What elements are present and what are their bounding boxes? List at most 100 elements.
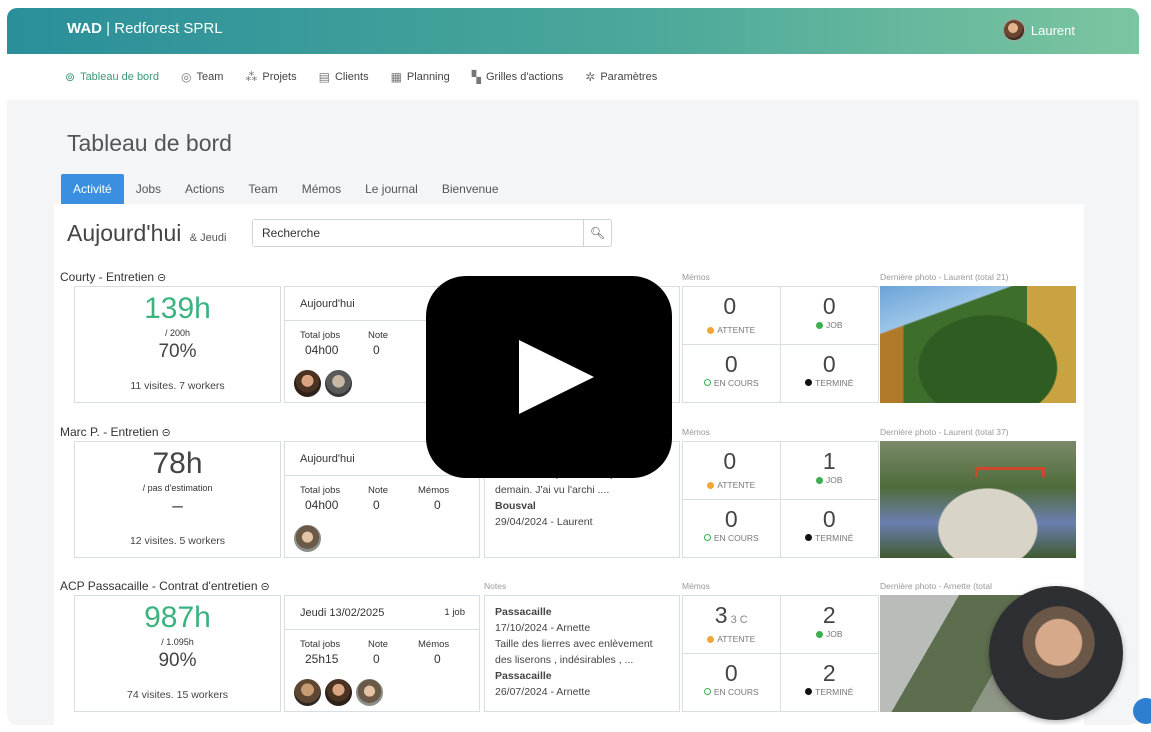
- memo-termine-count: 0: [822, 505, 836, 532]
- status-dot-green: [815, 321, 823, 329]
- memo-label: JOB: [825, 320, 843, 330]
- memo-termine[interactable]: 0 TERMINÉ: [781, 345, 879, 403]
- total-jobs-value: 04h00: [305, 498, 339, 512]
- worker-avatars: [293, 678, 384, 707]
- photo-column-label: Dernière photo - Laurent (total 37): [880, 427, 1009, 437]
- worker-avatar[interactable]: [293, 524, 322, 553]
- note-line: Taille des lierres avec enlèvement: [495, 638, 653, 650]
- memo-job[interactable]: 1 JOB: [780, 442, 878, 500]
- brand-logo[interactable]: WAD | Redforest SPRL: [67, 20, 223, 37]
- project-title[interactable]: ACP Passacaille - Contrat d'entretien ⊝: [60, 579, 270, 593]
- search-button[interactable]: 🔍︎: [583, 220, 611, 246]
- collapse-circle-icon[interactable]: ⊝: [157, 272, 166, 284]
- memo-en-cours[interactable]: 0 EN COURS: [683, 344, 781, 402]
- memos-grid: 0 ATTENTE 1 JOB 0 EN COURS 0 TERMINÉ: [682, 441, 879, 558]
- tab-team[interactable]: Team: [236, 174, 289, 204]
- project-contract: - Contrat d'entretien: [148, 579, 258, 593]
- tab-actions[interactable]: Actions: [173, 174, 236, 204]
- user-name: Laurent: [1030, 22, 1075, 38]
- memo-label: TERMINÉ: [815, 532, 854, 543]
- memo-label: TERMINÉ: [815, 377, 854, 388]
- memos-column-label: Mémos: [682, 427, 710, 437]
- tab-bienvenue[interactable]: Bienvenue: [430, 174, 511, 204]
- memo-attente[interactable]: 33 C ATTENTE: [683, 596, 781, 654]
- note-value: 0: [373, 652, 380, 666]
- video-play-button[interactable]: [426, 276, 672, 478]
- project-title[interactable]: Courty - Entretien ⊝: [60, 270, 166, 284]
- hours-card[interactable]: 139h / 200h 70% 11 visites. 7 workers: [74, 286, 281, 403]
- main-nav: ⊚ Tableau de bord ◎ Team ⁂ Projets ▤ Clients…: [7, 54, 1139, 100]
- status-dot-green: [815, 630, 823, 638]
- project-name: ACP Passacaille: [60, 579, 149, 593]
- status-dot-orange: [707, 481, 715, 489]
- nav-grilles[interactable]: ▚ Grilles d'actions: [472, 70, 564, 84]
- memo-attente[interactable]: 0 ATTENTE: [683, 442, 781, 500]
- memo-label: ATTENTE: [717, 634, 756, 644]
- worker-avatar[interactable]: [293, 678, 322, 707]
- dashboard-tabs: Activité Jobs Actions Team Mémos Le jour…: [61, 174, 511, 204]
- today-title: Aujourd'hui: [67, 220, 182, 246]
- latest-photo[interactable]: [880, 441, 1076, 558]
- collapse-circle-icon[interactable]: ⊝: [162, 427, 171, 439]
- nav-projets[interactable]: ⁂ Projets: [245, 70, 296, 84]
- tab-memos[interactable]: Mémos: [290, 174, 353, 204]
- hours-total: 987h: [144, 601, 211, 634]
- hours-total: 139h: [144, 292, 211, 325]
- nav-clients[interactable]: ▤ Clients: [319, 70, 369, 84]
- status-dot-orange: [707, 326, 715, 334]
- memo-termine-count: 0: [822, 350, 836, 377]
- worker-avatar[interactable]: [324, 369, 353, 398]
- memo-termine-count: 2: [822, 659, 836, 686]
- memo-en-cours[interactable]: 0 EN COURS: [683, 499, 781, 557]
- nav-team[interactable]: ◎ Team: [181, 70, 223, 84]
- total-jobs-label: Total jobs: [300, 330, 341, 341]
- top-header: WAD | Redforest SPRL Laurent: [7, 8, 1139, 54]
- status-dot-black: [805, 534, 813, 541]
- memos-label: Mémos: [418, 485, 450, 496]
- notes-card[interactable]: Passacaille 17/10/2024 - Arnette Taille de…: [484, 595, 680, 712]
- jobs-card[interactable]: Jeudi 13/02/2025 1 job Total jobs Note Mé…: [284, 595, 480, 712]
- user-menu[interactable]: Laurent: [1002, 19, 1075, 41]
- memos-grid: 33 C ATTENTE 2 JOB 0 EN COURS 2 TERMINÉ: [682, 595, 879, 712]
- memo-attente[interactable]: 0 ATTENTE: [683, 287, 781, 345]
- collapse-circle-icon[interactable]: ⊝: [261, 581, 270, 593]
- projects-icon: ⁂: [245, 70, 258, 84]
- project-title[interactable]: Marc P. - Entretien ⊝: [60, 425, 171, 439]
- worker-avatar[interactable]: [293, 369, 322, 398]
- memo-termine[interactable]: 0 TERMINÉ: [781, 500, 879, 558]
- photo-column-label: Dernière photo - Arnette (total: [880, 581, 992, 591]
- nav-planning[interactable]: ▦ Planning: [391, 70, 450, 84]
- memo-attente-count: 3: [714, 602, 728, 628]
- gear-icon: ✲: [585, 70, 596, 84]
- nav-parametres[interactable]: ✲ Paramètres: [585, 70, 657, 84]
- memo-job[interactable]: 2 JOB: [780, 596, 878, 654]
- brand-company: | Redforest SPRL: [102, 20, 223, 37]
- worker-avatar[interactable]: [324, 678, 353, 707]
- memo-en-cours[interactable]: 0 EN COURS: [683, 653, 781, 711]
- memo-termine[interactable]: 2 TERMINÉ: [781, 654, 879, 712]
- note-line: des liserons , indésirables , ...: [495, 654, 634, 666]
- dashboard-icon: ⊚: [65, 70, 76, 84]
- nav-label: Grilles d'actions: [485, 71, 564, 83]
- visits-workers: 11 visites. 7 workers: [130, 380, 225, 392]
- photo-detail: [975, 467, 1045, 477]
- tab-journal[interactable]: Le journal: [353, 174, 430, 204]
- note-line: 29/04/2024 - Laurent: [495, 516, 593, 528]
- note-line: Bousval: [495, 500, 536, 512]
- status-dot-black: [805, 379, 813, 386]
- hours-card[interactable]: 987h / 1.095h 90% 74 visites. 15 workers: [74, 595, 281, 712]
- memos-column-label: Mémos: [682, 581, 710, 591]
- tab-jobs[interactable]: Jobs: [124, 174, 173, 204]
- user-avatar: [1002, 19, 1025, 41]
- worker-avatars: [293, 524, 322, 553]
- hours-estimate: / 1.095h: [161, 637, 194, 647]
- tab-activite[interactable]: Activité: [61, 174, 124, 204]
- memo-label: EN COURS: [713, 532, 759, 543]
- hours-card[interactable]: 78h / pas d'estimation – 12 visites. 5 w…: [74, 441, 281, 558]
- memo-job[interactable]: 0 JOB: [780, 287, 878, 345]
- nav-tableau-de-bord[interactable]: ⊚ Tableau de bord: [65, 70, 159, 84]
- search-input[interactable]: [253, 220, 583, 246]
- worker-avatar[interactable]: [355, 678, 384, 707]
- latest-photo[interactable]: [880, 286, 1076, 403]
- job-date: Aujourd'hui: [300, 452, 355, 465]
